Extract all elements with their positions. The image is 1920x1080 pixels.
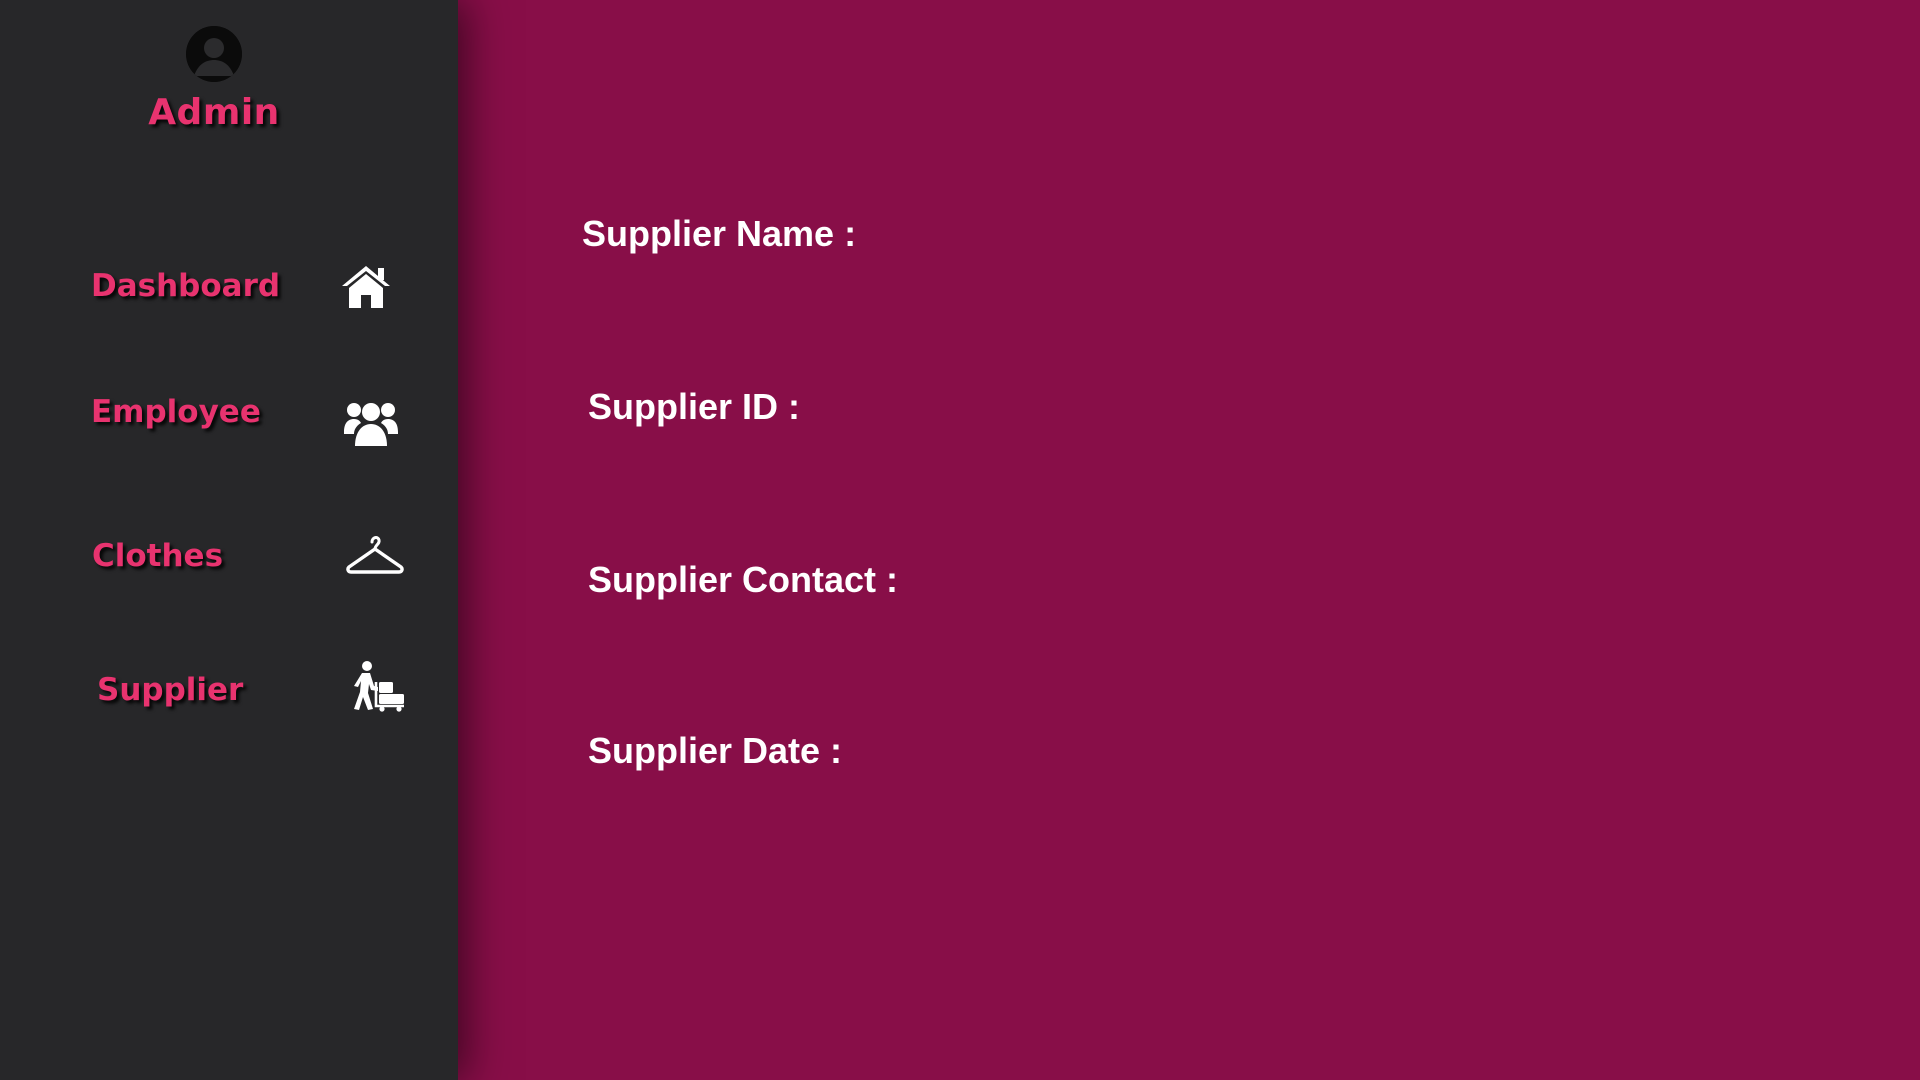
supplier-delivery-icon xyxy=(352,660,406,712)
user-avatar-icon[interactable] xyxy=(186,26,242,82)
sidebar-item-employee[interactable]: Employee xyxy=(0,372,458,452)
app-window: Admin Dashboard Employee Clothes Supplie… xyxy=(0,0,1920,1080)
admin-username: Admin xyxy=(148,92,280,133)
sidebar-item-label: Dashboard xyxy=(91,268,281,304)
sidebar-item-label: Employee xyxy=(91,394,261,430)
supplier-id-label: Supplier ID : xyxy=(588,386,801,427)
sidebar-item-label: Supplier xyxy=(97,672,244,708)
sidebar-item-supplier[interactable]: Supplier xyxy=(0,650,458,730)
home-icon xyxy=(340,264,392,310)
supplier-details-panel: Supplier Name : Supplier ID : Supplier C… xyxy=(458,0,1920,1080)
supplier-contact-label: Supplier Contact : xyxy=(588,559,899,600)
supplier-date-label: Supplier Date : xyxy=(588,730,843,771)
hanger-icon xyxy=(346,532,404,576)
sidebar-item-clothes[interactable]: Clothes xyxy=(0,516,458,596)
sidebar-item-dashboard[interactable]: Dashboard xyxy=(0,246,458,326)
supplier-name-label: Supplier Name : xyxy=(582,213,857,254)
users-group-icon xyxy=(344,398,398,448)
sidebar: Admin Dashboard Employee Clothes Supplie… xyxy=(0,0,458,1080)
sidebar-item-label: Clothes xyxy=(92,538,224,574)
